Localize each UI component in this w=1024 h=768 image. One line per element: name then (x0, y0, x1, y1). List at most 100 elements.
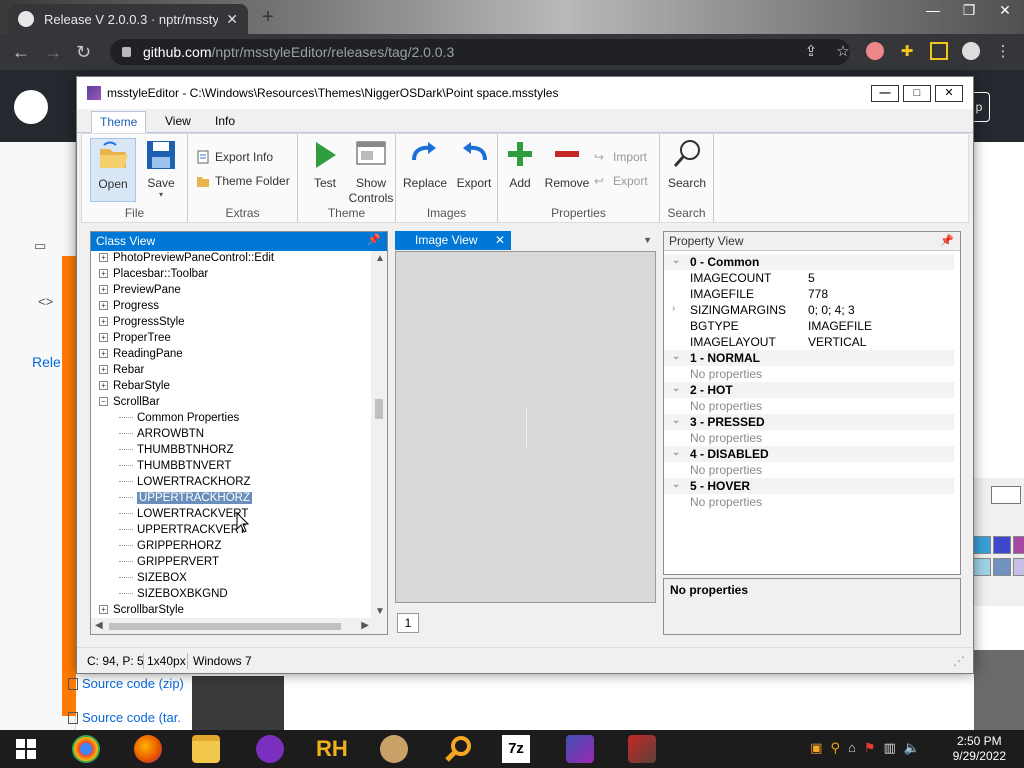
close-tab-icon[interactable]: ✕ (226, 11, 238, 28)
extensions-puzzle-icon[interactable]: ✚ (898, 42, 916, 60)
class-tree-item[interactable]: UPPERTRACKHORZ (119, 492, 252, 508)
property-value[interactable]: 778 (808, 287, 828, 301)
save-dropdown-icon[interactable]: ▾ (138, 190, 184, 199)
browser-tab[interactable]: Release V 2.0.0.3 · nptr/msstyleEd ✕ (8, 4, 248, 34)
property-category[interactable]: ⌄ 1 - NORMAL (664, 350, 954, 366)
color-swatch[interactable] (973, 558, 991, 576)
expand-chevron-icon[interactable]: › (672, 303, 675, 314)
releases-link[interactable]: Rele (32, 354, 61, 370)
app-maximize-button[interactable]: □ (903, 85, 931, 102)
class-tree-item[interactable]: + ReadingPane (99, 348, 183, 364)
share-icon[interactable]: ⇪ (802, 42, 820, 60)
yahoo-messenger-taskbar-icon[interactable] (256, 735, 284, 763)
expand-icon[interactable]: + (99, 269, 108, 278)
class-tree-hscrollbar[interactable]: ◀ ▶ (91, 618, 387, 634)
image-view-dropdown-icon[interactable]: ▼ (643, 235, 652, 245)
save-button[interactable]: Save ▾ (138, 138, 184, 202)
source-code-zip-link[interactable]: Source code (zip) (68, 676, 184, 691)
github-logo-icon[interactable] (14, 90, 48, 124)
paint-taskbar-icon[interactable] (380, 735, 408, 763)
class-tree-item[interactable]: + ProgressStyle (99, 316, 185, 332)
windows-start-icon[interactable] (16, 739, 36, 759)
bookmark-star-icon[interactable]: ☆ (834, 42, 852, 60)
class-tree-item[interactable]: UPPERTRACKVERT (119, 524, 246, 540)
class-tree-item[interactable]: − ScrollBar (99, 396, 160, 412)
app-close-button[interactable]: ✕ (935, 85, 963, 102)
browser-minimize-button[interactable]: — (920, 2, 946, 19)
palette-minimize-button[interactable] (991, 486, 1021, 504)
property-row[interactable]: No properties (664, 430, 954, 446)
property-value[interactable]: 5 (808, 271, 815, 285)
expand-icon[interactable]: + (99, 301, 108, 310)
forward-arrow-icon[interactable]: → (44, 42, 62, 63)
tray-monitor-icon[interactable]: ⌂ (848, 740, 856, 756)
app-minimize-button[interactable]: — (871, 85, 899, 102)
7zip-taskbar-icon[interactable]: 7z (502, 735, 530, 763)
resize-grip-icon[interactable]: ⋰ (953, 654, 965, 668)
file-explorer-taskbar-icon[interactable] (192, 735, 220, 763)
property-row[interactable]: No properties (664, 494, 954, 510)
class-tree-item[interactable]: + Rebar (99, 364, 144, 380)
color-swatch[interactable] (973, 536, 991, 554)
class-tree-item[interactable]: LOWERTRACKHORZ (119, 476, 251, 492)
expand-icon[interactable]: + (99, 285, 108, 294)
image-preview-canvas[interactable] (395, 251, 656, 603)
property-view-pin-icon[interactable]: 📌 (940, 234, 954, 247)
scroll-down-arrow-icon[interactable]: ▼ (375, 606, 385, 617)
expand-icon[interactable]: + (99, 605, 108, 614)
property-row[interactable]: No properties (664, 398, 954, 414)
msstyleeditor-taskbar-icon[interactable] (566, 735, 594, 763)
property-row[interactable]: BGTYPE IMAGEFILE (664, 318, 954, 334)
class-tree-item[interactable]: + PhotoPreviewPaneControl::Edit (99, 252, 274, 268)
class-tree-item[interactable]: ARROWBTN (119, 428, 204, 444)
class-tree-item[interactable]: + ScrollbarStyle (99, 604, 184, 619)
image-page-number[interactable]: 1 (397, 613, 419, 633)
search-tool-taskbar-icon[interactable] (444, 735, 472, 763)
show-controls-button[interactable]: Show Controls (346, 138, 396, 205)
scroll-left-arrow-icon[interactable]: ◀ (95, 620, 103, 631)
color-swatch[interactable] (1013, 558, 1024, 576)
collapse-chevron-icon[interactable]: ⌄ (672, 447, 680, 458)
reload-icon[interactable]: ↻ (76, 42, 91, 63)
color-swatch[interactable] (993, 558, 1011, 576)
property-category[interactable]: ⌄ 4 - DISABLED (664, 446, 954, 462)
collapse-chevron-icon[interactable]: ⌄ (672, 383, 680, 394)
collapse-chevron-icon[interactable]: ⌄ (672, 255, 680, 266)
tray-search-icon[interactable]: ⚲ (830, 740, 840, 756)
class-tree-item[interactable]: SIZEBOXBKGND (119, 588, 228, 604)
sidepanel-icon[interactable] (930, 42, 948, 60)
class-tree-item[interactable]: + PreviewPane (99, 284, 181, 300)
property-category[interactable]: ⌄ 3 - PRESSED (664, 414, 954, 430)
property-category[interactable]: ⌄ 0 - Common (664, 254, 954, 270)
property-row[interactable]: IMAGEFILE 778 (664, 286, 954, 302)
class-view-pin-icon[interactable]: 📌 (367, 233, 381, 246)
replace-button[interactable]: Replace (402, 138, 448, 202)
search-button[interactable]: Search (664, 138, 710, 202)
class-tree-item[interactable]: SIZEBOX (119, 572, 187, 588)
tray-network-icon[interactable]: ▥ (884, 740, 896, 756)
class-tree-item[interactable]: + Placesbar::Toolbar (99, 268, 208, 284)
property-row[interactable]: No properties (664, 366, 954, 382)
resource-hacker-taskbar-icon[interactable]: RH (316, 735, 348, 763)
import-property-button[interactable]: ↪ Import (594, 150, 647, 164)
add-property-button[interactable]: Add (500, 138, 540, 202)
tray-app-icon[interactable]: ▣ (810, 740, 822, 756)
firefox-taskbar-icon[interactable] (134, 735, 162, 763)
property-row[interactable]: › SIZINGMARGINS 0; 0; 4; 3 (664, 302, 954, 318)
open-button[interactable]: Open (90, 138, 136, 202)
image-view-close-icon[interactable]: ✕ (495, 233, 505, 247)
account-avatar-icon[interactable] (962, 42, 980, 60)
expand-icon[interactable]: + (99, 317, 108, 326)
class-tree-item[interactable]: + ProperTree (99, 332, 171, 348)
property-row[interactable]: No properties (664, 462, 954, 478)
images-export-button[interactable]: Export (452, 138, 496, 202)
property-row[interactable]: IMAGECOUNT 5 (664, 270, 954, 286)
class-tree-item[interactable]: Common Properties (119, 412, 239, 428)
tab-info[interactable]: Info (207, 111, 243, 133)
menu-dots-icon[interactable]: ⋮ (994, 42, 1012, 60)
property-value[interactable]: IMAGEFILE (808, 319, 872, 333)
color-swatch[interactable] (1013, 536, 1024, 554)
tray-security-icon[interactable]: ⚑ (864, 740, 876, 756)
class-tree-item[interactable]: + Progress (99, 300, 159, 316)
property-value[interactable]: 0; 0; 4; 3 (808, 303, 855, 317)
